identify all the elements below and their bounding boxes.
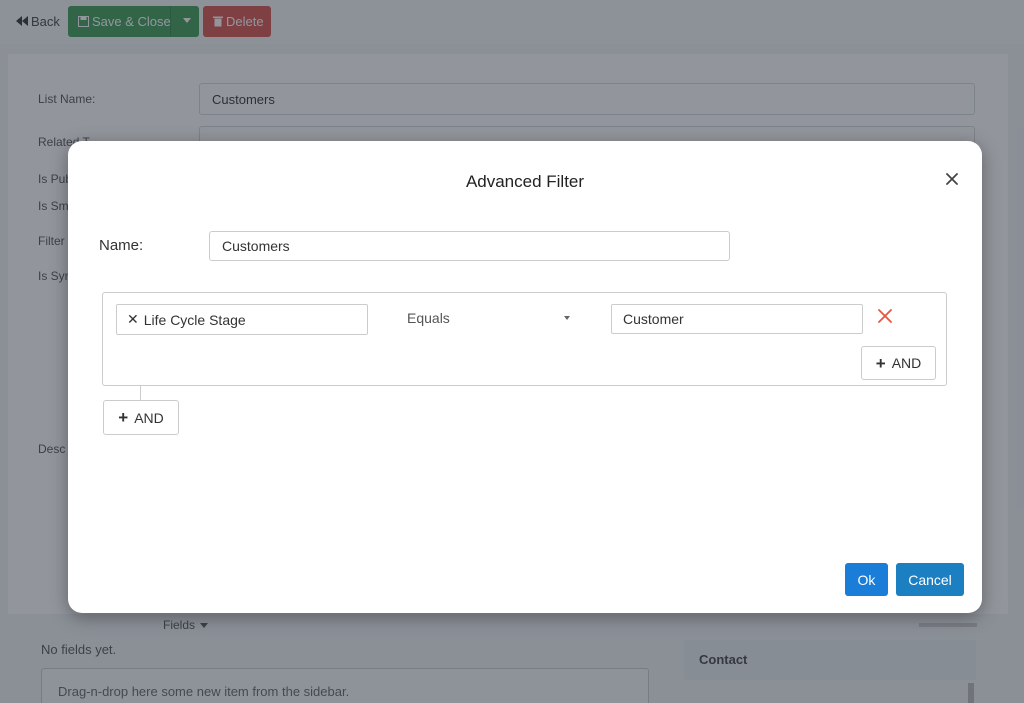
clear-field-icon[interactable]: ✕ (127, 311, 139, 328)
condition-field-select[interactable]: ✕ Life Cycle Stage (116, 304, 368, 335)
condition-field: Life Cycle Stage (143, 311, 246, 328)
plus-icon: + (875, 353, 886, 373)
remove-condition-icon[interactable] (878, 309, 892, 323)
filter-group: ✕ Life Cycle Stage Equals Customer + AND (102, 292, 947, 386)
plus-icon: + (118, 408, 129, 427)
ok-button[interactable]: Ok (845, 563, 888, 596)
cancel-button[interactable]: Cancel (896, 563, 964, 596)
add-and-group-button[interactable]: + AND (103, 400, 179, 435)
and-outer-label: AND (134, 409, 164, 426)
add-and-condition-button[interactable]: + AND (861, 346, 936, 380)
group-connector (140, 385, 141, 401)
modal-title: Advanced Filter (465, 172, 585, 191)
operator-caret-icon[interactable] (564, 316, 570, 320)
condition-value-input[interactable]: Customer (611, 304, 863, 334)
name-label: Name: (99, 237, 144, 254)
condition-operator[interactable]: Equals (407, 310, 450, 326)
advanced-filter-modal: Advanced Filter Name: Customers ✕ Life C… (68, 141, 982, 613)
name-input[interactable]: Customers (209, 231, 730, 261)
close-icon[interactable] (944, 171, 960, 187)
and-inner-label: AND (891, 355, 922, 371)
